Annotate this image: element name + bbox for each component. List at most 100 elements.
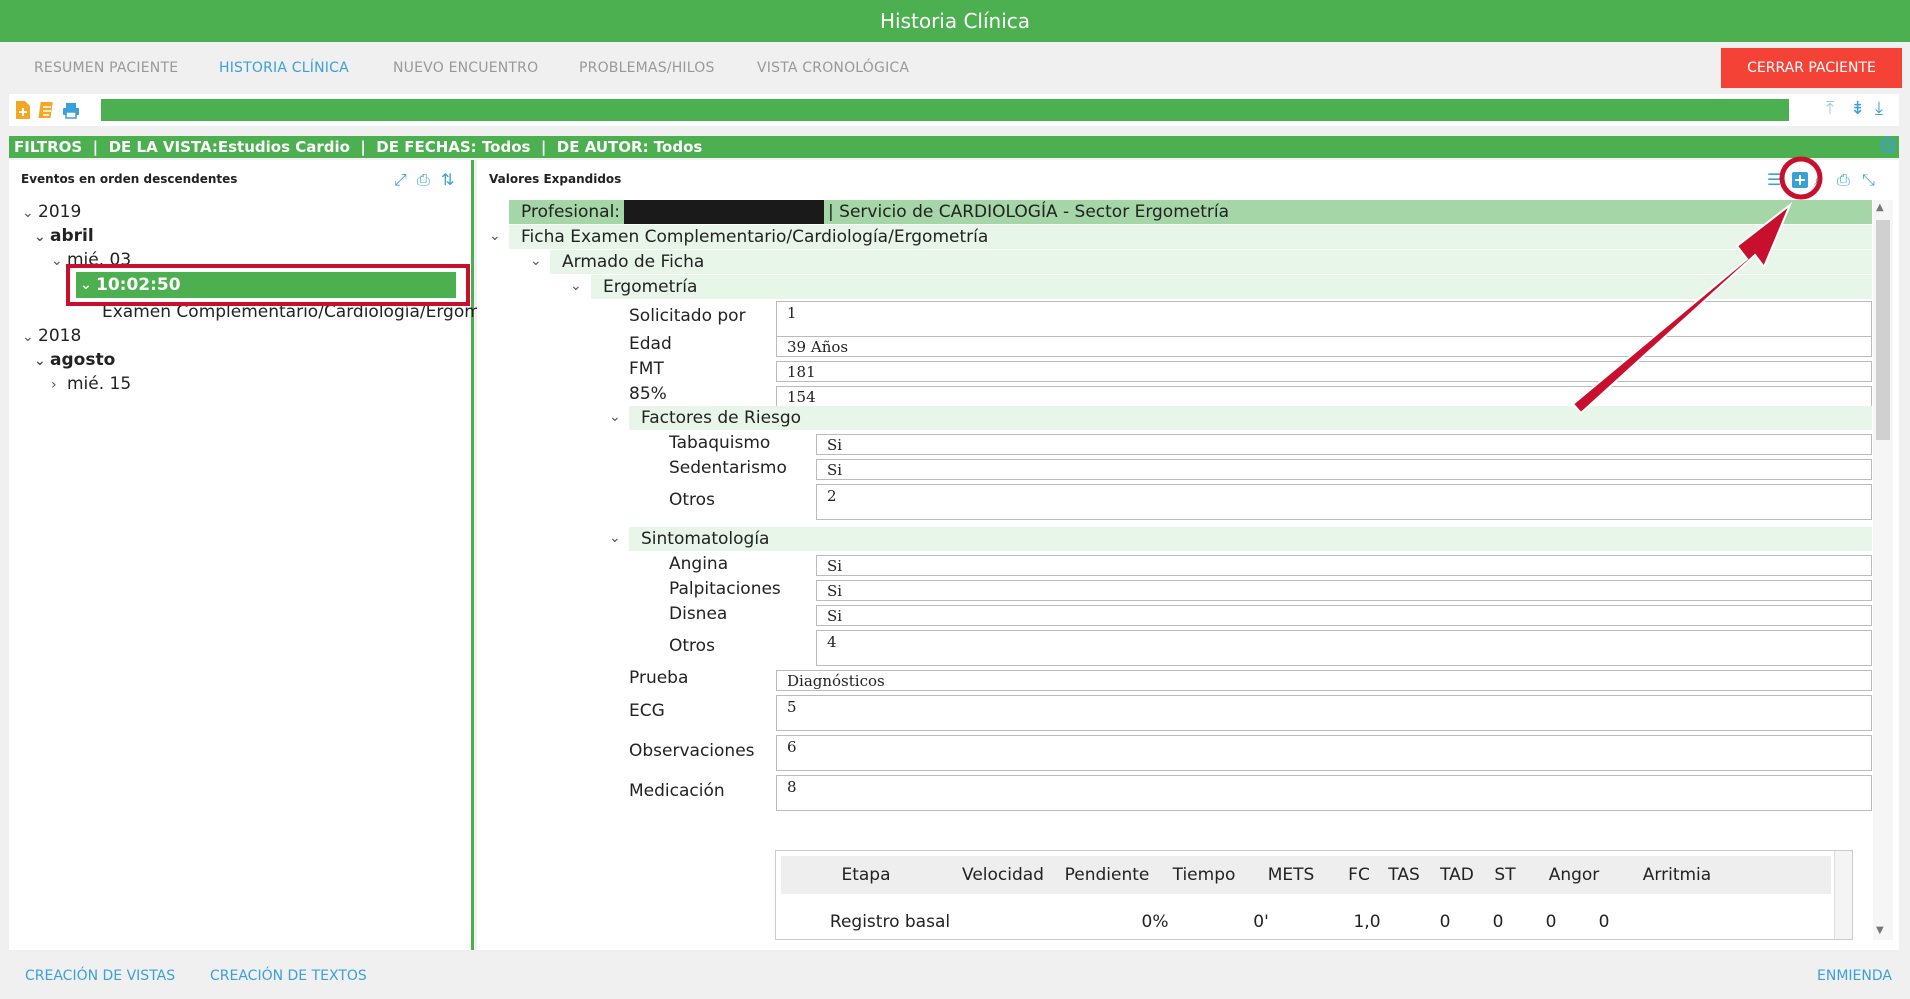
window-title: Historia Clínica <box>0 0 1910 42</box>
fmt-label: FMT <box>629 359 664 379</box>
collapse-view-icon[interactable]: ⤡ <box>1862 170 1875 190</box>
cell-tiempo: 0' <box>1253 912 1269 932</box>
table-scrollbar[interactable] <box>1834 851 1852 939</box>
chevron-down-icon: ⌄ <box>80 277 92 293</box>
sedentarismo-label: Sedentarismo <box>669 458 787 478</box>
search-icon[interactable]: ⌕ <box>1814 170 1823 190</box>
armado-row[interactable]: Armado de Ficha <box>550 250 1872 274</box>
chevron-down-icon: ⌄ <box>22 205 34 221</box>
enmienda-link[interactable]: ENMIENDA <box>1817 968 1892 984</box>
notes-icon[interactable] <box>38 100 56 120</box>
angina-label: Angina <box>669 554 729 574</box>
stages-table: Etapa Velocidad Pendiente Tiempo METS FC… <box>775 850 1853 940</box>
tree-year-2018[interactable]: ⌄ 2018 <box>22 326 81 346</box>
prueba-value: Diagnósticos <box>776 670 1872 691</box>
events-panel-title: Eventos en orden descendentes <box>21 172 238 186</box>
fmt-value: 181 <box>776 361 1872 382</box>
chevron-down-icon: ⌄ <box>34 353 46 369</box>
values-panel-title: Valores Expandidos <box>489 172 622 186</box>
chevron-down-icon[interactable]: ⌄ <box>530 253 542 269</box>
prueba-label: Prueba <box>629 668 689 688</box>
main-nav: RESUMEN PACIENTE HISTORIA CLÍNICA NUEVO … <box>0 42 1910 94</box>
chevron-right-icon: › <box>51 377 57 393</box>
sintomatologia-row[interactable]: Sintomatología <box>629 527 1872 551</box>
otros-sintomas-label: Otros <box>669 636 715 656</box>
cell-tad: 0 <box>1545 912 1557 932</box>
crear-vistas-link[interactable]: CREACIÓN DE VISTAS <box>25 968 175 984</box>
settings-gear-icon[interactable]: ⚙ <box>1878 136 1898 158</box>
col-st: ST <box>1494 865 1516 885</box>
print-icon[interactable] <box>62 100 80 120</box>
disnea-label: Disnea <box>669 604 728 624</box>
close-patient-button[interactable]: CERRAR PACIENTE <box>1721 48 1902 88</box>
col-pendiente: Pendiente <box>1064 865 1150 885</box>
cell-pendiente: 0% <box>1141 912 1169 932</box>
stages-table-header: Etapa Velocidad Pendiente Tiempo METS FC… <box>781 856 1831 894</box>
scroll-up-arrow-icon[interactable]: ▲ <box>1876 202 1884 213</box>
chevron-down-icon[interactable]: ⌄ <box>609 530 621 546</box>
ecg-value: 5 <box>776 695 1872 731</box>
footer: CREACIÓN DE VISTAS CREACIÓN DE TEXTOS EN… <box>0 950 1910 999</box>
tab-nuevo-encuentro[interactable]: NUEVO ENCUENTRO <box>393 60 538 76</box>
toolbar-status-bar <box>101 99 1789 121</box>
ergometria-row[interactable]: Ergometría <box>591 275 1872 299</box>
ficha-row[interactable]: Ficha Examen Complementario/Cardiología/… <box>509 225 1872 249</box>
expand-icon[interactable]: ⤢ <box>394 170 407 190</box>
tab-historia-clinica[interactable]: HISTORIA CLÍNICA <box>219 60 349 76</box>
cell-st: 0 <box>1598 912 1610 932</box>
tab-problemas-hilos[interactable]: PROBLEMAS/HILOS <box>579 60 715 76</box>
solicitado-value: 1 <box>776 301 1872 337</box>
disnea-value: Si <box>816 605 1872 626</box>
events-panel: Eventos en orden descendentes ⤢ ⎙ ⇅ ⌄ 201… <box>9 160 510 950</box>
medicacion-value: 8 <box>776 775 1872 811</box>
scroll-down-arrow-icon[interactable]: ▼ <box>1876 925 1884 936</box>
chevron-down-icon: ⌄ <box>34 229 46 245</box>
filters-bar: FILTROS | DE LA VISTA:Estudios Cardio | … <box>9 136 1899 158</box>
print-values-icon[interactable]: ⎙ <box>1837 170 1850 190</box>
tree-day-mie-15[interactable]: › mié. 15 <box>51 374 131 394</box>
scroll-top-icon[interactable]: ⤒ <box>1826 98 1834 119</box>
tabaquismo-label: Tabaquismo <box>669 433 771 453</box>
values-panel: Valores Expandidos ☰ ⌕ ⎙ ⤡ Profesional: … <box>477 160 1899 950</box>
observaciones-value: 6 <box>776 735 1872 771</box>
new-document-icon[interactable] <box>14 100 32 120</box>
values-scrollbar[interactable]: ▲ ▼ <box>1873 200 1893 940</box>
col-tad: TAD <box>1440 865 1474 885</box>
expand-all-icon[interactable] <box>1791 171 1809 189</box>
collapse-icon[interactable]: ⇟ <box>1850 98 1865 119</box>
col-mets: METS <box>1267 865 1315 885</box>
cell-tas: 0 <box>1492 912 1504 932</box>
chevron-down-icon[interactable]: ⌄ <box>609 409 621 425</box>
tab-resumen-paciente[interactable]: RESUMEN PACIENTE <box>34 60 178 76</box>
tree-event-time[interactable]: ⌄ 10:02:50 <box>76 272 456 298</box>
col-tiempo: Tiempo <box>1172 865 1236 885</box>
chevron-down-icon[interactable]: ⌄ <box>570 278 582 294</box>
toolbar: ⤒ ⇟ ⤓ <box>9 94 1899 126</box>
chevron-down-icon[interactable]: ⌄ <box>489 228 501 244</box>
scroll-thumb[interactable] <box>1876 220 1890 440</box>
otros-riesgo-label: Otros <box>669 490 715 510</box>
scroll-bottom-icon[interactable]: ⤓ <box>1875 98 1883 119</box>
print-events-icon[interactable]: ⎙ <box>417 170 430 190</box>
tabaquismo-value: Si <box>816 434 1872 455</box>
factores-row[interactable]: Factores de Riesgo <box>629 406 1872 430</box>
p85-label: 85% <box>629 384 667 404</box>
list-view-icon[interactable]: ☰ <box>1767 170 1781 189</box>
col-angor: Angor <box>1548 865 1600 885</box>
redacted-name <box>624 200 825 224</box>
ecg-label: ECG <box>629 701 665 721</box>
tree-year-2019[interactable]: ⌄ 2019 <box>22 202 81 222</box>
crear-textos-link[interactable]: CREACIÓN DE TEXTOS <box>210 968 367 984</box>
tree-month-abril[interactable]: ⌄ abril <box>34 226 94 246</box>
tab-vista-cronologica[interactable]: VISTA CRONOLÓGICA <box>757 60 909 76</box>
angina-value: Si <box>816 555 1872 576</box>
col-arritmia: Arritmia <box>1642 865 1712 885</box>
chevron-down-icon: ⌄ <box>51 253 63 269</box>
col-tas: TAS <box>1388 865 1420 885</box>
sort-icon[interactable]: ⇅ <box>441 170 454 189</box>
edad-value: 39 Años <box>776 336 1872 357</box>
tree-month-agosto[interactable]: ⌄ agosto <box>34 350 115 370</box>
palpitaciones-value: Si <box>816 580 1872 601</box>
medicacion-label: Medicación <box>629 781 725 801</box>
profesional-row: Profesional: | Servicio de CARDIOLOGÍA -… <box>509 200 1872 224</box>
